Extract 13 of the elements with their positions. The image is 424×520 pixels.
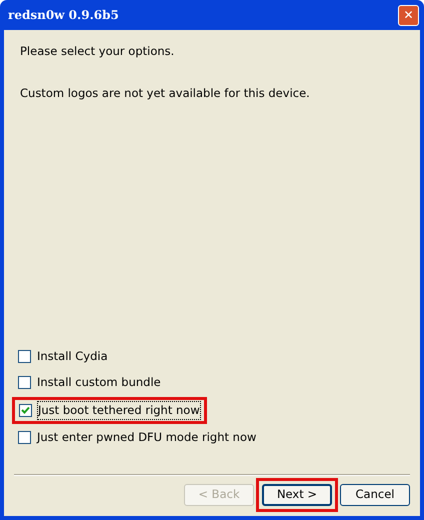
checkmark-icon <box>21 406 30 415</box>
checkbox[interactable] <box>18 430 31 444</box>
message-text: Please select your options. <box>20 43 176 60</box>
checkbox[interactable] <box>19 404 32 417</box>
dialog-button[interactable]: Cancel <box>340 484 410 506</box>
option-label: Install Cydia <box>37 348 108 365</box>
dialog-button[interactable]: Next > <box>262 484 332 506</box>
checkbox-option[interactable]: Install Cydia <box>18 348 108 366</box>
checkbox[interactable] <box>18 376 31 390</box>
message-text: Custom logos are not yet available for this device. <box>20 85 311 102</box>
close-button[interactable]: ✕ <box>398 4 419 26</box>
checkbox[interactable] <box>18 350 31 364</box>
window-title: redsn0w 0.9.6b5 <box>8 7 119 24</box>
